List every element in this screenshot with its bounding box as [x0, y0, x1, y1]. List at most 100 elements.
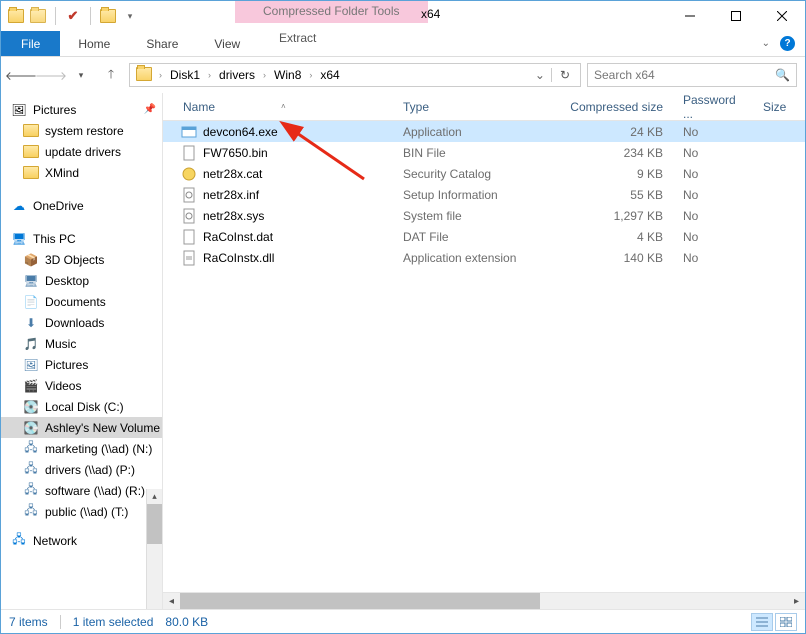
navigation-pane[interactable]: 🖼 Pictures 📌 system restore update drive…: [1, 93, 163, 609]
nav-scrollbar[interactable]: ▴: [146, 489, 162, 609]
file-row[interactable]: netr28x.catSecurity Catalog9 KBNo: [163, 163, 805, 184]
nav-folder[interactable]: XMind: [1, 162, 162, 183]
file-type: Application: [393, 125, 553, 139]
column-headers: Name˄ Type Compressed size Password ... …: [163, 93, 805, 121]
back-button[interactable]: 🡐: [9, 63, 33, 87]
nav-pc-item[interactable]: 📦3D Objects: [1, 249, 162, 270]
properties-icon[interactable]: [29, 7, 47, 25]
search-icon[interactable]: 🔍: [775, 68, 790, 82]
new-folder-icon[interactable]: [99, 7, 117, 25]
view-tab[interactable]: View: [196, 31, 258, 56]
status-selected: 1 item selected: [73, 615, 154, 629]
folder-icon: [23, 145, 39, 158]
refresh-button[interactable]: ↻: [551, 68, 578, 82]
details-view-button[interactable]: [751, 613, 773, 631]
titlebar: ✔ ▾ Compressed Folder Tools x64: [1, 1, 805, 31]
extract-tab[interactable]: Extract: [261, 31, 334, 45]
checkmark-icon[interactable]: ✔: [64, 7, 82, 25]
chevron-right-icon[interactable]: ›: [205, 70, 214, 80]
search-placeholder: Search x64: [594, 68, 655, 82]
column-password[interactable]: Password ...: [673, 93, 753, 121]
nav-pc-item[interactable]: 💽Local Disk (C:): [1, 396, 162, 417]
minimize-button[interactable]: [667, 2, 713, 31]
doc-icon: 📄: [23, 294, 39, 310]
collapse-ribbon-icon[interactable]: ⌄: [762, 38, 770, 49]
chevron-right-icon[interactable]: ›: [260, 70, 269, 80]
file-row[interactable]: FW7650.binBIN File234 KBNo: [163, 142, 805, 163]
column-compressed-size[interactable]: Compressed size: [553, 100, 673, 114]
chevron-right-icon[interactable]: ›: [156, 70, 165, 80]
nav-pc-item[interactable]: 🖧marketing (\\ad) (N:): [1, 438, 162, 459]
file-type: Setup Information: [393, 188, 553, 202]
home-tab[interactable]: Home: [60, 31, 128, 56]
address-bar: 🡐 🡒 ▾ 🡑 › Disk1 › drivers › Win8 › x64 ⌄…: [1, 57, 805, 93]
address-dropdown[interactable]: ⌄: [529, 68, 551, 82]
file-icon: [181, 208, 197, 224]
file-type: DAT File: [393, 230, 553, 244]
nav-pc-item[interactable]: 📄Documents: [1, 291, 162, 312]
scrollbar-thumb[interactable]: [180, 593, 540, 609]
breadcrumb-item[interactable]: x64: [315, 64, 344, 86]
breadcrumb-item[interactable]: Win8: [269, 64, 306, 86]
down-icon: ⬇: [23, 315, 39, 331]
maximize-button[interactable]: [713, 2, 759, 31]
file-row[interactable]: devcon64.exeApplication24 KBNo: [163, 121, 805, 142]
nav-pc-item[interactable]: 💽Ashley's New Volume: [1, 417, 162, 438]
scroll-right-icon[interactable]: ▸: [788, 596, 805, 607]
net-icon: 🖧: [23, 483, 39, 499]
file-password: No: [673, 146, 753, 160]
net-icon: 🖧: [23, 504, 39, 520]
file-row[interactable]: RaCoInstx.dllApplication extension140 KB…: [163, 247, 805, 268]
qat-dropdown-icon[interactable]: ▾: [121, 7, 139, 25]
breadcrumb-item[interactable]: Disk1: [165, 64, 205, 86]
nav-onedrive[interactable]: ☁OneDrive: [1, 195, 162, 216]
close-button[interactable]: [759, 2, 805, 31]
column-name[interactable]: Name˄: [163, 100, 393, 114]
vid-icon: 🎬: [23, 378, 39, 394]
scroll-left-icon[interactable]: ◂: [163, 596, 180, 607]
file-row[interactable]: netr28x.sysSystem file1,297 KBNo: [163, 205, 805, 226]
forward-button[interactable]: 🡒: [39, 63, 63, 87]
file-icon: [181, 124, 197, 140]
horizontal-scrollbar[interactable]: ◂ ▸: [163, 592, 805, 609]
nav-folder[interactable]: system restore: [1, 120, 162, 141]
column-type[interactable]: Type: [393, 100, 553, 114]
nav-pc-item[interactable]: 🖼Pictures: [1, 354, 162, 375]
scrollbar-thumb[interactable]: [147, 504, 162, 544]
onedrive-icon: ☁: [11, 198, 27, 214]
file-list-pane: Name˄ Type Compressed size Password ... …: [163, 93, 805, 609]
search-input[interactable]: Search x64 🔍: [587, 63, 797, 87]
file-row[interactable]: RaCoInst.datDAT File4 KBNo: [163, 226, 805, 247]
breadcrumb-bar[interactable]: › Disk1 › drivers › Win8 › x64 ⌄ ↻: [129, 63, 581, 87]
folder-icon: [136, 67, 152, 84]
help-icon[interactable]: ?: [780, 36, 795, 51]
breadcrumb-item[interactable]: drivers: [214, 64, 260, 86]
desktop-icon: 🖥: [23, 273, 39, 289]
nav-pc-item[interactable]: 🖧public (\\ad) (T:): [1, 501, 162, 522]
share-tab[interactable]: Share: [128, 31, 196, 56]
file-list[interactable]: devcon64.exeApplication24 KBNoFW7650.bin…: [163, 121, 805, 592]
nav-pc-item[interactable]: 🖧drivers (\\ad) (P:): [1, 459, 162, 480]
file-type: System file: [393, 209, 553, 223]
up-button[interactable]: 🡑: [99, 63, 123, 87]
recent-dropdown[interactable]: ▾: [69, 63, 93, 87]
file-tab[interactable]: File: [1, 31, 60, 56]
pc-icon: 🖥: [11, 231, 27, 247]
column-size[interactable]: Size: [753, 100, 805, 114]
quick-access-pictures[interactable]: 🖼 Pictures 📌: [1, 99, 162, 120]
nav-pc-item[interactable]: 🎵Music: [1, 333, 162, 354]
nav-pc-item[interactable]: 🎬Videos: [1, 375, 162, 396]
file-icon: [181, 229, 197, 245]
nav-pc-item[interactable]: ⬇Downloads: [1, 312, 162, 333]
nav-folder[interactable]: update drivers: [1, 141, 162, 162]
thumbnails-view-button[interactable]: [775, 613, 797, 631]
file-name: netr28x.inf: [203, 188, 259, 202]
chevron-right-icon[interactable]: ›: [306, 70, 315, 80]
nav-this-pc[interactable]: 🖥This PC: [1, 228, 162, 249]
file-row[interactable]: netr28x.infSetup Information55 KBNo: [163, 184, 805, 205]
file-password: No: [673, 167, 753, 181]
nav-pc-item[interactable]: 🖥Desktop: [1, 270, 162, 291]
nav-network[interactable]: 🖧Network: [1, 530, 162, 551]
nav-pc-item[interactable]: 🖧software (\\ad) (R:): [1, 480, 162, 501]
status-bar: 7 items 1 item selected 80.0 KB: [1, 609, 805, 633]
